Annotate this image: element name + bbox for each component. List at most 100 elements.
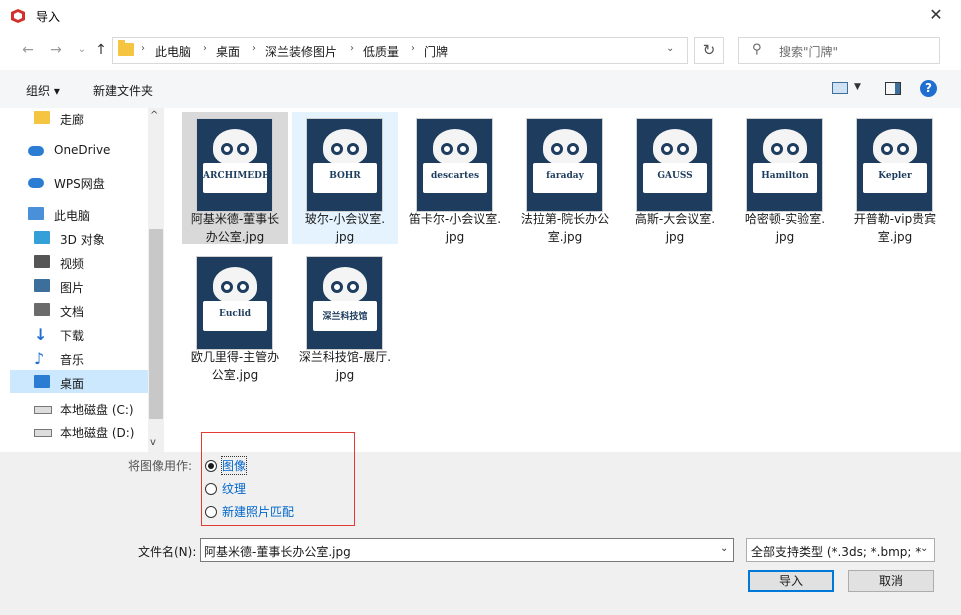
file-item[interactable]: Euclid 欧几里得-主管办 公室.jpg (182, 250, 288, 382)
scroll-up-icon[interactable]: ^ (150, 110, 158, 121)
forward-arrow-icon[interactable]: → (46, 40, 66, 60)
door-sign-plate: 深兰科技馆 (313, 301, 377, 331)
filename-dropdown-icon[interactable]: ⌄ (720, 543, 728, 554)
address-dropdown-icon[interactable]: ⌄ (666, 43, 674, 54)
refresh-button[interactable]: ↻ (694, 37, 724, 64)
door-sign-plate: BOHR (313, 163, 377, 193)
file-name-line: jpg (335, 368, 355, 382)
help-icon[interactable]: ? (920, 80, 937, 97)
file-name: 法拉第-院长办公 室.jpg (512, 210, 618, 246)
file-item[interactable]: GAUSS 高斯-大会议室. jpg (622, 112, 728, 244)
sign-brand-text: 深兰科技馆 (322, 312, 368, 322)
file-name-line: 笛卡尔-小会议室. (408, 212, 502, 226)
panda-mascot-icon (323, 129, 367, 165)
breadcrumb-item[interactable]: 桌面 (216, 43, 240, 60)
view-dropdown-icon[interactable]: ▼ (854, 82, 861, 92)
door-sign-plate: descartes (423, 163, 487, 193)
up-arrow-icon[interactable]: ↑ (91, 40, 111, 60)
radio-photo-match-label[interactable]: 新建照片匹配 (222, 503, 294, 520)
cancel-button[interactable]: 取消 (848, 570, 934, 592)
file-item[interactable]: Hamilton 哈密顿-实验室. jpg (732, 112, 838, 244)
view-mode-icon[interactable] (832, 82, 848, 94)
filename-value[interactable]: 阿基米德-董事长办公室.jpg (204, 543, 351, 560)
radio-photo-match[interactable] (205, 506, 217, 518)
preview-pane-icon[interactable] (885, 82, 901, 95)
file-name-line: 高斯-大会议室. (634, 212, 716, 226)
sidebar-item[interactable]: 图片 (24, 276, 148, 298)
sidebar-item[interactable]: 视频 (24, 252, 148, 274)
radio-texture[interactable] (205, 483, 217, 495)
sign-brand-text: Hamilton (761, 171, 809, 181)
panda-mascot-icon (433, 129, 477, 165)
sidebar-item-label: OneDrive (54, 143, 111, 157)
radio-image[interactable] (205, 460, 217, 472)
close-icon[interactable]: ✕ (925, 4, 947, 26)
sidebar-item[interactable]: 本地磁盘 (C:) (24, 398, 148, 420)
panda-mascot-icon (213, 267, 257, 303)
sidebar-item-label: WPS网盘 (54, 177, 105, 191)
recent-dropdown-icon[interactable]: ⌄ (72, 40, 92, 60)
file-name-line: 室.jpg (877, 230, 913, 244)
breadcrumb-item[interactable]: 此电脑 (155, 43, 191, 60)
sidebar-item[interactable]: WPS网盘 (18, 172, 142, 194)
sidebar-item-label: 视频 (60, 257, 85, 271)
sidebar-item[interactable]: 本地磁盘 (D:) (24, 421, 148, 443)
sidebar-item-label: 本地磁盘 (D:) (60, 426, 135, 440)
sidebar-item[interactable]: 桌面 (24, 372, 148, 394)
sidebar-item-label: 走廊 (60, 113, 85, 127)
breadcrumb-item[interactable]: 低质量 (363, 43, 399, 60)
sidebar-item[interactable]: ♪ 音乐 (24, 348, 148, 370)
sidebar-item[interactable]: ↓ 下载 (24, 324, 148, 346)
panda-mascot-icon (323, 267, 367, 303)
file-item[interactable]: 深兰科技馆 深兰科技馆-展厅. jpg (292, 250, 398, 382)
filetype-value[interactable]: 全部支持类型 (*.3ds; *.bmp; * (751, 543, 921, 560)
sidebar-item[interactable]: OneDrive (18, 140, 142, 162)
file-name: 高斯-大会议室. jpg (622, 210, 728, 246)
file-item[interactable]: Kepler 开普勒-vip贵宾 室.jpg (842, 112, 948, 244)
desktop-icon (34, 375, 50, 388)
sidebar-item-label: 音乐 (60, 353, 85, 367)
folder-icon (34, 111, 50, 124)
breadcrumb-separator: › (252, 43, 256, 54)
file-item[interactable]: descartes 笛卡尔-小会议室. jpg (402, 112, 508, 244)
picture-icon (34, 279, 50, 292)
address-bar[interactable] (112, 37, 688, 64)
sidebar-scroll-thumb[interactable] (149, 229, 163, 419)
sidebar-item[interactable]: 3D 对象 (24, 228, 148, 250)
file-item[interactable]: faraday 法拉第-院长办公 室.jpg (512, 112, 618, 244)
file-item[interactable]: BOHR 玻尔-小会议室. jpg (292, 112, 398, 244)
file-name: 欧几里得-主管办 公室.jpg (182, 348, 288, 384)
sidebar-item[interactable]: 走廊 (24, 108, 148, 130)
sketchup-app-icon (11, 9, 25, 23)
new-folder-button[interactable]: 新建文件夹 (93, 82, 153, 99)
breadcrumb-separator: › (203, 43, 207, 54)
file-name-line: jpg (445, 230, 465, 244)
sign-brand-text: ARCHIMEDES (203, 171, 273, 181)
file-item[interactable]: ARCHIMEDES 阿基米德-董事长 办公室.jpg (182, 112, 288, 244)
sidebar-item-label: 此电脑 (54, 209, 91, 223)
radio-image-label[interactable]: 图像 (220, 456, 248, 475)
file-name: 开普勒-vip贵宾 室.jpg (842, 210, 948, 246)
video-icon (34, 255, 50, 268)
filetype-dropdown-icon[interactable]: ⌄ (920, 543, 928, 554)
organize-button[interactable]: 组织 ▾ (26, 82, 60, 99)
sidebar-item[interactable]: 此电脑 (18, 204, 142, 226)
document-icon (34, 303, 50, 316)
folder-icon (118, 40, 134, 56)
breadcrumb-item[interactable]: 门牌 (424, 43, 448, 60)
import-button[interactable]: 导入 (748, 570, 834, 592)
search-input[interactable] (738, 37, 940, 64)
file-name-line: 室.jpg (547, 230, 583, 244)
image-thumbnail: Hamilton (746, 118, 823, 212)
sidebar-item-label: 桌面 (60, 377, 85, 391)
sign-brand-text: Euclid (218, 309, 251, 319)
sidebar-item[interactable]: 文档 (24, 300, 148, 322)
file-name-line: 公室.jpg (211, 368, 259, 382)
radio-texture-label[interactable]: 纹理 (222, 480, 246, 497)
back-arrow-icon[interactable]: ← (18, 40, 38, 60)
title-bar (0, 0, 961, 32)
scroll-down-icon[interactable]: v (150, 437, 156, 448)
file-name: 阿基米德-董事长 办公室.jpg (182, 210, 288, 246)
breadcrumb-item[interactable]: 深兰装修图片 (265, 43, 337, 60)
file-name-line: 开普勒-vip贵宾 (853, 212, 937, 226)
